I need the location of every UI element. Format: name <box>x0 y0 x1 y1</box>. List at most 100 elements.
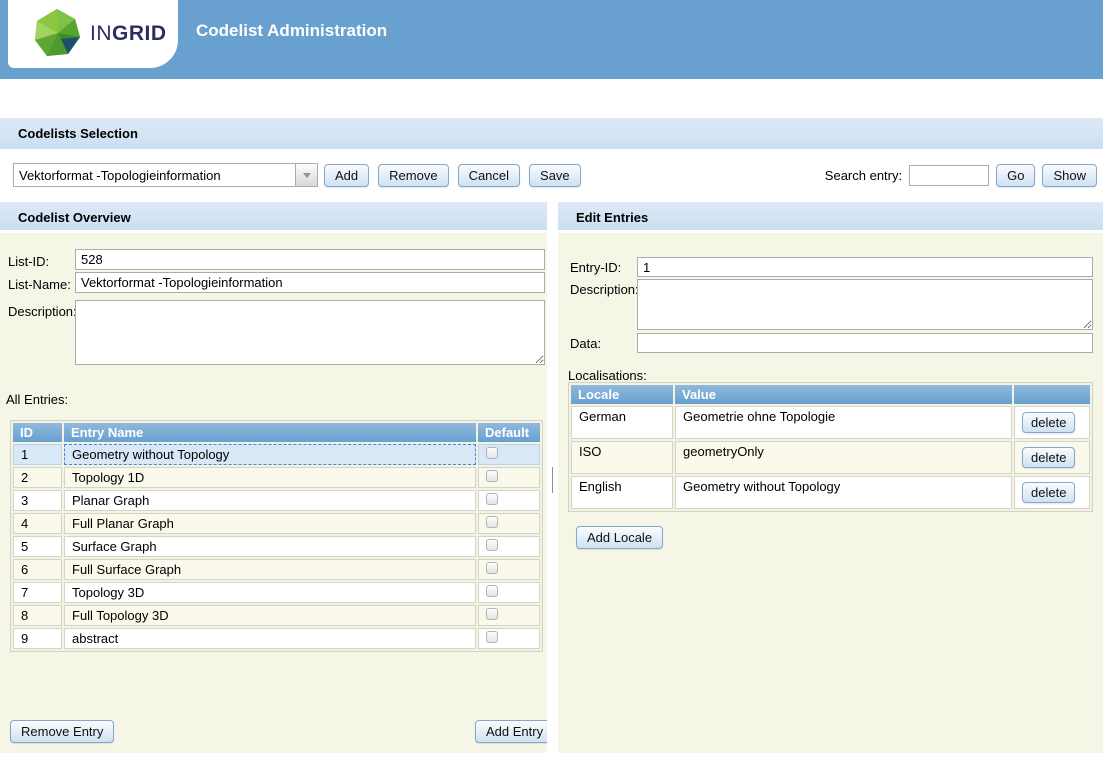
default-checkbox[interactable] <box>486 585 498 597</box>
entry-id-cell[interactable]: 9 <box>13 628 62 649</box>
codelist-combobox-trigger[interactable] <box>295 164 317 186</box>
entry-id-cell[interactable]: 8 <box>13 605 62 626</box>
entries-table: ID Entry Name Default 1 Geometry without… <box>10 420 543 652</box>
entry-name-cell[interactable]: Geometry without Topology <box>64 444 476 465</box>
data-field[interactable] <box>637 333 1093 353</box>
default-checkbox[interactable] <box>486 562 498 574</box>
brand-grid: GRID <box>112 22 167 45</box>
value-col: Value <box>675 385 1012 404</box>
codelist-combobox[interactable] <box>13 163 318 187</box>
edit-description-field[interactable] <box>637 279 1093 330</box>
entry-name-cell[interactable]: Surface Graph <box>64 536 476 557</box>
delete-locale-button[interactable]: delete <box>1022 447 1075 468</box>
codelist-administration-app: INGRID Codelist Administration Codelists… <box>0 0 1103 759</box>
add-entry-button[interactable]: Add Entry <box>475 720 554 743</box>
edit-entries-header: Edit Entries <box>558 202 1103 233</box>
search-entry-label: Search entry: <box>825 168 902 183</box>
entry-name-cell[interactable]: Planar Graph <box>64 490 476 511</box>
chevron-down-icon <box>303 173 311 178</box>
entries-col-default: Default <box>478 423 540 442</box>
default-checkbox[interactable] <box>486 631 498 643</box>
entry-default-cell <box>478 628 540 649</box>
entry-name-cell[interactable]: Topology 3D <box>64 582 476 603</box>
table-row[interactable]: 8 Full Topology 3D <box>13 605 540 626</box>
locale-action-cell: delete <box>1014 476 1090 509</box>
entry-default-cell <box>478 559 540 580</box>
app-header: INGRID Codelist Administration <box>0 0 1103 79</box>
list-id-label: List-ID: <box>8 254 49 269</box>
default-checkbox[interactable] <box>486 470 498 482</box>
list-item[interactable]: ISO geometryOnly delete <box>571 441 1090 474</box>
entry-id-cell[interactable]: 5 <box>13 536 62 557</box>
locale-value-cell[interactable]: geometryOnly <box>675 441 1012 474</box>
add-locale-button[interactable]: Add Locale <box>576 526 663 549</box>
entries-col-id: ID <box>13 423 62 442</box>
entry-name-cell[interactable]: Full Planar Graph <box>64 513 476 534</box>
overview-description-field[interactable] <box>75 300 545 365</box>
brand-name: INGRID <box>90 22 167 46</box>
entry-default-cell <box>478 490 540 511</box>
table-row[interactable]: 9 abstract <box>13 628 540 649</box>
action-col <box>1014 385 1090 404</box>
go-button[interactable]: Go <box>996 164 1035 187</box>
entry-id-cell[interactable]: 7 <box>13 582 62 603</box>
list-name-field[interactable] <box>75 272 545 293</box>
entry-name-cell[interactable]: Full Topology 3D <box>64 605 476 626</box>
entry-default-cell <box>478 513 540 534</box>
entry-id-cell[interactable]: 3 <box>13 490 62 511</box>
default-checkbox[interactable] <box>486 493 498 505</box>
default-checkbox[interactable] <box>486 539 498 551</box>
codelist-combobox-input[interactable] <box>14 164 295 186</box>
ingrid-logo-icon <box>32 8 82 60</box>
list-item[interactable]: German Geometrie ohne Topologie delete <box>571 406 1090 439</box>
entry-name-cell[interactable]: Full Surface Graph <box>64 559 476 580</box>
table-row[interactable]: 5 Surface Graph <box>13 536 540 557</box>
entry-default-cell <box>478 536 540 557</box>
locale-value-cell[interactable]: Geometry without Topology <box>675 476 1012 509</box>
save-button[interactable]: Save <box>529 164 581 187</box>
codelist-overview-panel: Codelist Overview List-ID: List-Name: De… <box>0 202 547 753</box>
table-row[interactable]: 2 Topology 1D <box>13 467 540 488</box>
remove-codelist-button[interactable]: Remove <box>378 164 448 187</box>
table-row[interactable]: 1 Geometry without Topology <box>13 444 540 465</box>
table-row[interactable]: 6 Full Surface Graph <box>13 559 540 580</box>
panel-splitter[interactable] <box>547 202 558 753</box>
entries-col-name: Entry Name <box>64 423 476 442</box>
entry-name-cell[interactable]: abstract <box>64 628 476 649</box>
default-checkbox[interactable] <box>486 516 498 528</box>
delete-locale-button[interactable]: delete <box>1022 412 1075 433</box>
search-entry-group: Search entry: Go Show <box>825 164 1097 187</box>
localisations-label: Localisations: <box>568 368 647 383</box>
entry-id-cell[interactable]: 4 <box>13 513 62 534</box>
entry-default-cell <box>478 444 540 465</box>
delete-locale-button[interactable]: delete <box>1022 482 1075 503</box>
show-button[interactable]: Show <box>1042 164 1097 187</box>
table-row[interactable]: 7 Topology 3D <box>13 582 540 603</box>
default-checkbox[interactable] <box>486 608 498 620</box>
entry-id-cell[interactable]: 2 <box>13 467 62 488</box>
entry-id-field[interactable] <box>637 257 1093 277</box>
edit-description-label: Description: <box>570 282 639 297</box>
table-row[interactable]: 3 Planar Graph <box>13 490 540 511</box>
codelists-selection-header: Codelists Selection <box>0 118 1103 149</box>
locale-value-cell[interactable]: Geometrie ohne Topologie <box>675 406 1012 439</box>
entry-id-label: Entry-ID: <box>570 260 621 275</box>
list-name-label: List-Name: <box>8 277 71 292</box>
locale-cell[interactable]: ISO <box>571 441 673 474</box>
default-checkbox[interactable] <box>486 447 498 459</box>
entry-id-cell[interactable]: 1 <box>13 444 62 465</box>
all-entries-label: All Entries: <box>6 392 68 407</box>
table-row[interactable]: 4 Full Planar Graph <box>13 513 540 534</box>
remove-entry-button[interactable]: Remove Entry <box>10 720 114 743</box>
search-entry-input[interactable] <box>909 165 989 186</box>
entry-id-cell[interactable]: 6 <box>13 559 62 580</box>
locale-cell[interactable]: English <box>571 476 673 509</box>
add-codelist-button[interactable]: Add <box>324 164 369 187</box>
locale-cell[interactable]: German <box>571 406 673 439</box>
entry-name-cell[interactable]: Topology 1D <box>64 467 476 488</box>
list-id-field[interactable] <box>75 249 545 270</box>
list-item[interactable]: English Geometry without Topology delete <box>571 476 1090 509</box>
locale-action-cell: delete <box>1014 406 1090 439</box>
brand-in: IN <box>90 22 112 45</box>
cancel-button[interactable]: Cancel <box>458 164 520 187</box>
